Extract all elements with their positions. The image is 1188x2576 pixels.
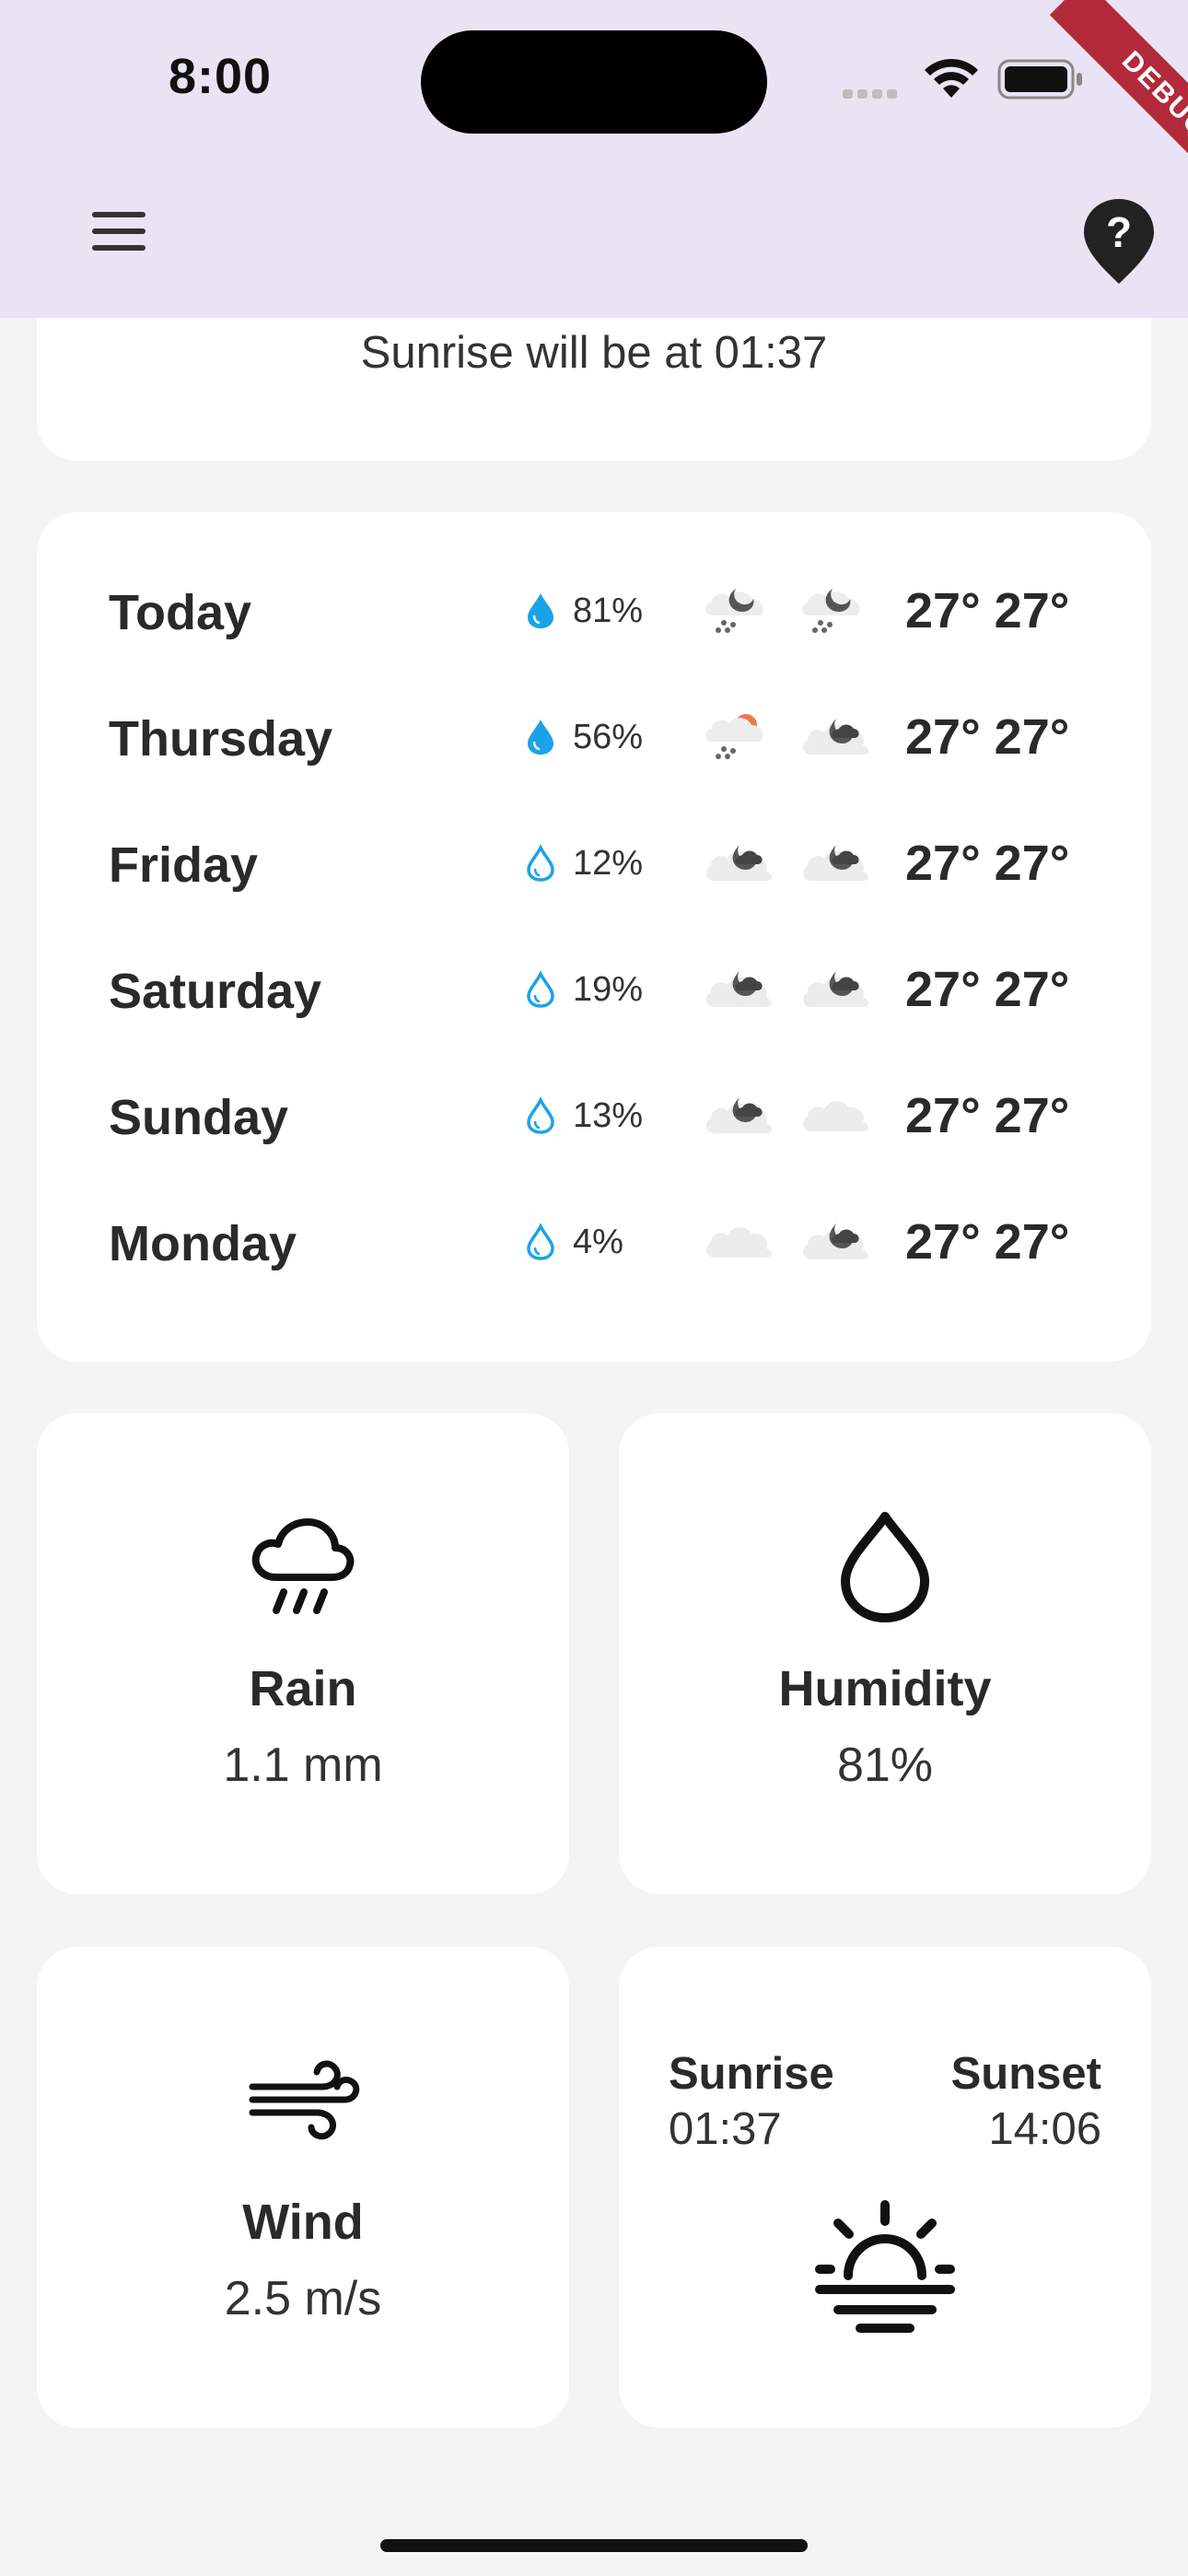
forecast-temps: 27° 27° <box>905 962 1070 1017</box>
precipitation-drop-icon <box>528 720 553 755</box>
day-snow-icon <box>705 714 763 759</box>
rain-title: Rain <box>249 1661 357 1716</box>
night-snow-icon <box>705 588 763 633</box>
home-indicator[interactable] <box>380 2539 808 2552</box>
precipitation-drop-icon <box>527 970 554 1008</box>
forecast-row: Saturday 19% 27° 27° <box>37 917 1151 1043</box>
menu-icon <box>92 212 146 217</box>
forecast-row: Monday 4% 27° 27° <box>37 1169 1151 1295</box>
sunrise-icon <box>815 2200 955 2333</box>
sun-times-tile: Sunrise 01:37 Sunset 14:06 <box>619 1947 1151 2428</box>
forecast-day: Sunday <box>109 1090 289 1145</box>
forecast-precip: 4% <box>573 1223 623 1261</box>
rain-tile: Rain 1.1 mm <box>37 1413 569 1894</box>
precipitation-drop-icon <box>527 1096 554 1134</box>
forecast-row: Sunday 13% 27° 27° <box>37 1043 1151 1169</box>
humidity-value: 81% <box>836 1739 934 1792</box>
forecast-row: Today 81% 27° 27° <box>37 538 1151 664</box>
cloudy-night-icon <box>706 1096 772 1133</box>
wind-value: 2.5 m/s <box>224 2272 382 2325</box>
forecast-precip: 56% <box>573 718 644 756</box>
cloud-icon <box>803 1101 868 1131</box>
humidity-title: Humidity <box>778 1661 992 1716</box>
forecast-day: Saturday <box>109 964 322 1019</box>
precipitation-drop-icon <box>527 1223 554 1260</box>
humidity-tile: Humidity 81% <box>619 1413 1151 1894</box>
rain-value: 1.1 mm <box>223 1739 383 1792</box>
forecast-day: Monday <box>109 1216 297 1271</box>
sunrise-time: 01:37 <box>669 2104 782 2154</box>
cloudy-night-icon <box>803 718 868 755</box>
forecast-day: Thursday <box>109 711 333 767</box>
forecast-precip: 13% <box>573 1096 644 1135</box>
forecast-precip: 19% <box>573 970 644 1009</box>
wind-tile: Wind 2.5 m/s <box>37 1947 569 2428</box>
wind-title: Wind <box>242 2195 364 2250</box>
rain-icon <box>251 1518 355 1614</box>
forecast-card: Today 81% 27° 27° Thursday 56% 27° 27° Friday 1… <box>37 512 1151 1362</box>
debug-banner: DEBUG <box>1004 0 1188 184</box>
sunset-time: 14:06 <box>988 2104 1101 2154</box>
forecast-precip: 12% <box>573 844 644 883</box>
cloudy-night-icon <box>803 844 868 881</box>
sunrise-label: Sunrise <box>669 2049 834 2099</box>
forecast-day: Today <box>109 585 252 640</box>
dynamic-island <box>421 30 767 134</box>
sunset-label: Sunset <box>950 2049 1101 2099</box>
forecast-row: Thursday 56% 27° 27° <box>37 664 1151 790</box>
cloudy-night-icon <box>803 970 868 1007</box>
location-help-icon[interactable]: ? <box>1080 195 1158 287</box>
wind-icon <box>249 2060 360 2140</box>
forecast-temps: 27° 27° <box>905 836 1070 891</box>
forecast-temps: 27° 27° <box>905 583 1070 638</box>
forecast-day: Friday <box>109 837 259 893</box>
forecast-temps: 27° 27° <box>905 1214 1070 1270</box>
forecast-precip: 81% <box>573 591 644 630</box>
forecast-row: Friday 12% 27° 27° <box>37 790 1151 917</box>
night-snow-icon <box>802 588 860 633</box>
menu-button[interactable] <box>81 212 158 271</box>
forecast-temps: 27° 27° <box>905 709 1070 765</box>
forecast-temps: 27° 27° <box>905 1088 1070 1143</box>
droplet-icon <box>841 1512 929 1622</box>
svg-text:?: ? <box>1106 208 1132 256</box>
precipitation-drop-icon <box>527 844 554 882</box>
cellular-signal-icon <box>843 87 907 99</box>
cloudy-night-icon <box>706 844 772 881</box>
precipitation-drop-icon <box>528 593 553 628</box>
wifi-icon <box>925 58 978 98</box>
sunrise-notice: Sunrise will be at 01:37 <box>360 328 828 378</box>
cloudy-night-icon <box>706 970 772 1007</box>
cloud-icon <box>706 1227 772 1258</box>
status-time: 8:00 <box>169 49 273 104</box>
cloudy-night-icon <box>803 1223 868 1259</box>
